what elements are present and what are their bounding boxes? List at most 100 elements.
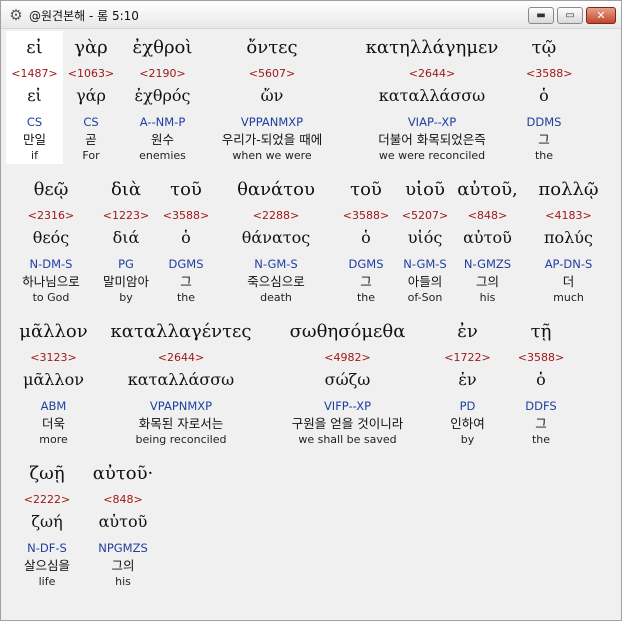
- word-cell[interactable]: εἰ <1487> εἰ CS 만일 if: [6, 31, 63, 164]
- word-cell[interactable]: γὰρ <1063> γάρ CS 곧 For: [63, 31, 119, 164]
- word-greek: εἰ: [26, 37, 43, 58]
- word-cell[interactable]: ἐν <1722> ἐν PD 인하여 by: [434, 315, 501, 448]
- word-korean: 곧: [85, 132, 97, 147]
- word-lemma: ὁ: [361, 228, 371, 247]
- word-cell[interactable]: τοῦ <3588> ὁ DGMS 그 the: [336, 173, 396, 306]
- word-strong: <5207>: [401, 209, 449, 222]
- word-korean: 그의: [111, 558, 135, 573]
- word-english: his: [479, 291, 496, 304]
- word-english: the: [176, 291, 196, 304]
- word-strong: <848>: [103, 493, 143, 506]
- word-lemma: σώζω: [324, 370, 371, 389]
- word-cell[interactable]: θανάτου <2288> θάνατος N-GM-S 죽으심으로 death: [216, 173, 336, 306]
- word-parse: PG: [118, 257, 134, 271]
- word-parse: N-DM-S: [29, 257, 73, 271]
- word-english: we shall be saved: [298, 433, 397, 446]
- word-greek: θανάτου: [237, 179, 315, 200]
- word-cell[interactable]: διὰ <1223> διά PG 말미암아 by: [96, 173, 156, 306]
- word-english: death: [260, 291, 292, 304]
- word-lemma: ἐν: [458, 370, 477, 389]
- word-cell[interactable]: καταλλαγέντες <2644> καταλλάσσω VPAPNMXP 화목된…: [101, 315, 261, 448]
- word-parse: A--NM-P: [139, 115, 186, 129]
- word-english: his: [115, 575, 131, 588]
- word-strong: <4183>: [545, 209, 592, 222]
- word-parse: DDMS: [526, 115, 562, 129]
- word-korean: 그의: [475, 274, 499, 289]
- word-lemma: θάνατος: [241, 228, 311, 247]
- word-strong: <2644>: [408, 67, 456, 80]
- word-lemma: καταλλάσσω: [127, 370, 235, 389]
- word-cell[interactable]: θεῷ <2316> θεός N-DM-S 하나님으로 to God: [6, 173, 96, 306]
- word-cell[interactable]: τοῦ <3588> ὁ DGMS 그 the: [156, 173, 216, 306]
- word-korean: 화목된 자로서는: [138, 416, 224, 431]
- word-korean: 인하여: [450, 416, 485, 431]
- word-cell[interactable]: αὐτοῦ, <848> αὐτοῦ N-GMZS 그의 his: [454, 173, 521, 306]
- title-bar[interactable]: ⚙ @원견본해 - 롬 5:10 ▬ ▭ ✕: [1, 1, 621, 29]
- word-korean: 하나님으로: [22, 274, 80, 289]
- word-cell[interactable]: πολλῷ <4183> πολύς AP-DN-S 더 much: [521, 173, 616, 306]
- word-greek: ζωῇ: [29, 463, 65, 484]
- word-greek: καταλλαγέντες: [110, 321, 252, 342]
- word-korean: 우리가-되었을 때에: [221, 132, 323, 147]
- word-strong: <1487>: [11, 67, 58, 80]
- word-korean: 더불어 화목되었은즉: [378, 132, 486, 147]
- word-english: when we were: [232, 149, 312, 162]
- word-strong: <2190>: [139, 67, 186, 80]
- word-lemma: αὐτοῦ: [98, 512, 148, 531]
- word-english: For: [82, 149, 100, 162]
- app-window: ⚙ @원견본해 - 롬 5:10 ▬ ▭ ✕ εἰ <1487> εἰ CS 만일 if γ…: [0, 0, 622, 621]
- word-cell[interactable]: υἱοῦ <5207> υἱός N-GM-S 아들의 of-Son: [396, 173, 454, 306]
- word-lemma: ὁ: [181, 228, 191, 247]
- word-korean: 살으심을: [23, 558, 70, 573]
- word-greek: διὰ: [110, 179, 142, 200]
- word-cell[interactable]: αὐτοῦ· <848> αὐτοῦ NPGMZS 그의 his: [88, 457, 158, 590]
- word-parse: VIAP--XP: [407, 115, 457, 129]
- word-cell[interactable]: κατηλλάγημεν <2644> καταλλάσσω VIAP--XP 더불어 …: [338, 31, 526, 164]
- word-strong: <3588>: [517, 351, 565, 364]
- word-greek: αὐτοῦ,: [457, 179, 518, 200]
- word-strong: <1063>: [67, 67, 115, 80]
- word-cell[interactable]: σωθησόμεθα <4982> σώζω VIFP--XP 구원을 얻을 것이니라 w…: [261, 315, 434, 448]
- word-cell[interactable]: τῇ <3588> ὁ DDFS 그 the: [501, 315, 581, 448]
- maximize-button[interactable]: ▭: [557, 7, 583, 24]
- word-cell[interactable]: μᾶλλον <3123> μᾶλλον ABM 더욱 more: [6, 315, 101, 448]
- word-greek: ἐχθροὶ: [132, 37, 193, 58]
- word-parse: DGMS: [348, 257, 384, 271]
- word-cell[interactable]: ἐχθροὶ <2190> ἐχθρός A--NM-P 원수 enemies: [119, 31, 206, 164]
- word-parse: PD: [459, 399, 476, 413]
- word-korean: 그: [180, 274, 192, 289]
- word-parse: AP-DN-S: [544, 257, 593, 271]
- word-parse: DDFS: [525, 399, 557, 413]
- word-greek: πολλῷ: [538, 179, 599, 200]
- word-cell[interactable]: ὄντες <5607> ὤν VPPANMXP 우리가-되었을 때에 when we w…: [206, 31, 338, 164]
- word-lemma: ἐχθρός: [134, 86, 191, 105]
- word-strong: <1223>: [102, 209, 150, 222]
- word-strong: <848>: [467, 209, 508, 222]
- word-english: if: [31, 149, 38, 162]
- word-strong: <3123>: [30, 351, 77, 364]
- word-cell[interactable]: ζωῇ <2222> ζωή N-DF-S 살으심을 life: [6, 457, 88, 590]
- word-parse: VIFP--XP: [323, 399, 372, 413]
- word-lemma: ὁ: [536, 370, 546, 389]
- word-cell[interactable]: τῷ <3588> ὁ DDMS 그 the: [526, 31, 572, 164]
- settings-gear-icon[interactable]: ⚙: [7, 6, 25, 24]
- minimize-button[interactable]: ▬: [528, 7, 554, 24]
- word-strong: <2222>: [23, 493, 71, 506]
- word-greek: τῇ: [530, 321, 552, 342]
- word-lemma: πολύς: [544, 228, 593, 247]
- word-lemma: ζωή: [31, 512, 63, 531]
- word-english: being reconciled: [135, 433, 227, 446]
- word-parse: NPGMZS: [98, 541, 148, 555]
- word-lemma: ὁ: [539, 86, 549, 105]
- word-english: enemies: [139, 149, 186, 162]
- word-english: by: [119, 291, 133, 304]
- word-strong: <2316>: [27, 209, 75, 222]
- word-parse: VPAPNMXP: [149, 399, 213, 413]
- word-greek: μᾶλλον: [19, 321, 88, 342]
- word-korean: 더: [562, 274, 575, 289]
- word-english: much: [553, 291, 584, 304]
- word-strong: <3588>: [342, 209, 390, 222]
- close-button[interactable]: ✕: [586, 7, 616, 24]
- word-strong: <1722>: [444, 351, 491, 364]
- word-korean: 그: [538, 132, 550, 147]
